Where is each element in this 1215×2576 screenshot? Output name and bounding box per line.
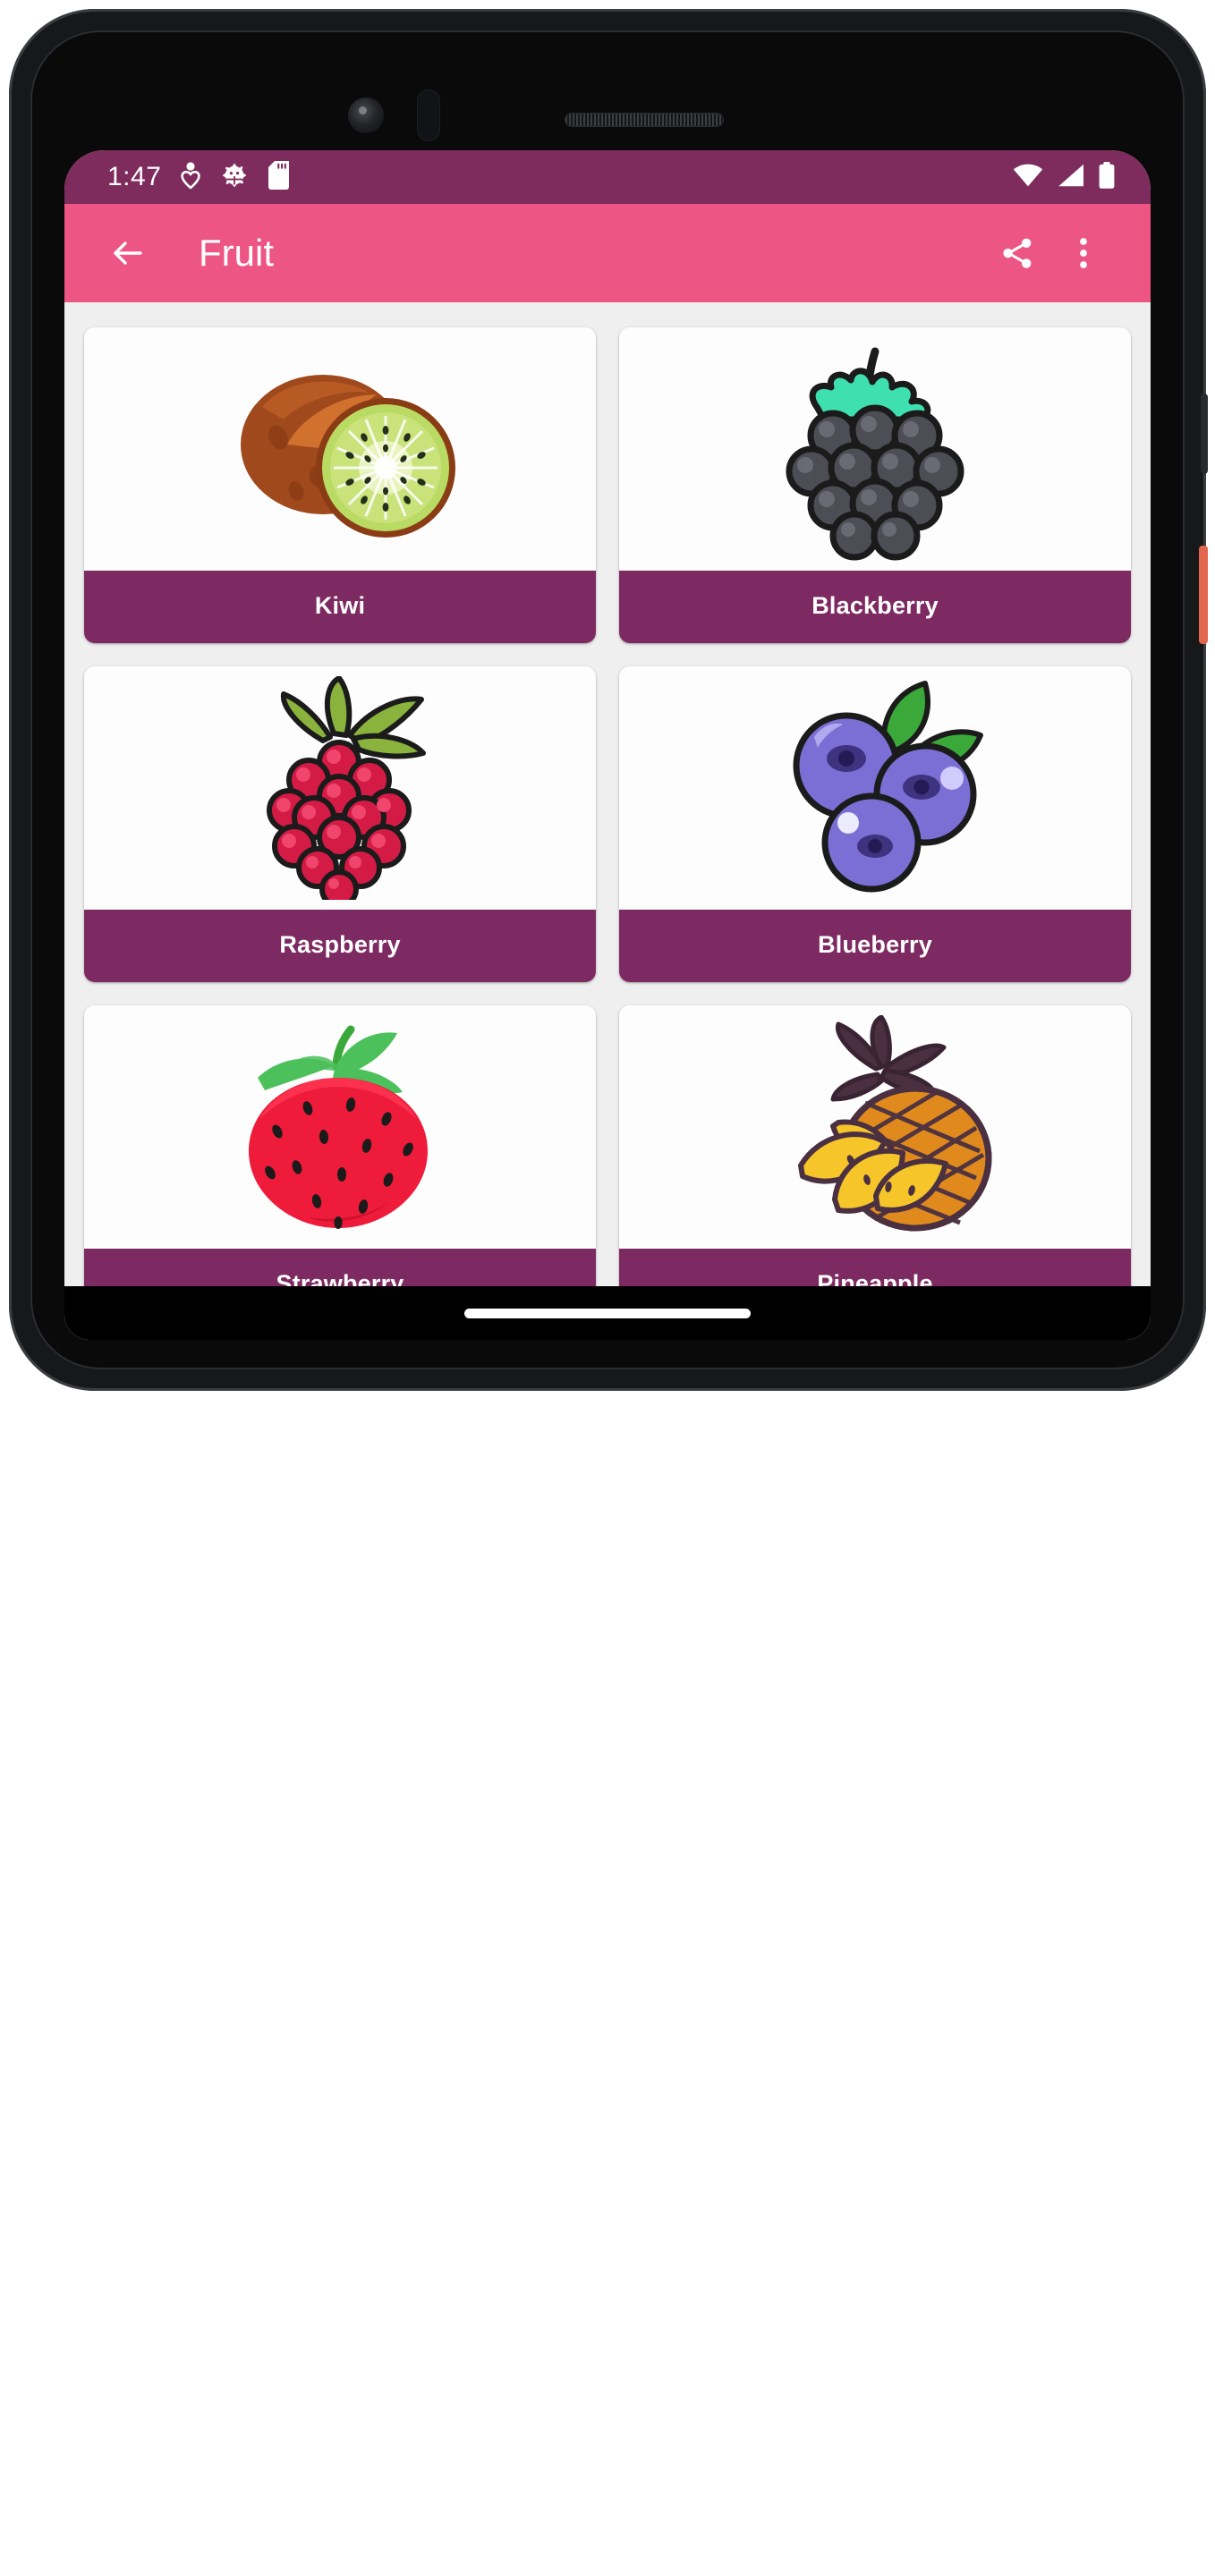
fruit-image bbox=[84, 666, 596, 910]
overflow-menu-button[interactable] bbox=[1050, 220, 1117, 286]
fruit-label: Kiwi bbox=[84, 571, 596, 643]
fruit-card-strawberry[interactable]: Strawberry bbox=[84, 1005, 596, 1321]
fruit-card-kiwi[interactable]: Kiwi bbox=[84, 327, 596, 643]
status-clock: 1:47 bbox=[107, 162, 162, 191]
location-heart-icon bbox=[181, 161, 201, 194]
raspberry-icon bbox=[267, 676, 426, 900]
kiwi-icon bbox=[241, 375, 455, 538]
blackberry-icon bbox=[786, 347, 964, 561]
phone-screen: 1:47 Fruit Kiwi Blackberry Raspberry Blu… bbox=[64, 150, 1151, 1340]
fruit-label: Blackberry bbox=[619, 571, 1131, 643]
blueberry-icon bbox=[793, 681, 983, 893]
pineapple-icon bbox=[798, 1015, 992, 1232]
sd-card-icon bbox=[268, 160, 290, 194]
earpiece-speaker-icon bbox=[565, 114, 723, 126]
fruit-image bbox=[619, 327, 1131, 571]
fruit-image bbox=[619, 1005, 1131, 1249]
share-button[interactable] bbox=[984, 220, 1050, 286]
home-handle[interactable] bbox=[464, 1308, 751, 1318]
proximity-sensor-icon bbox=[417, 89, 440, 141]
volume-button[interactable] bbox=[1201, 394, 1208, 474]
fruit-label: Raspberry bbox=[84, 910, 596, 982]
status-bar-left: 1:47 bbox=[107, 160, 290, 194]
wifi-icon bbox=[1013, 164, 1043, 191]
fruit-card-raspberry[interactable]: Raspberry bbox=[84, 666, 596, 982]
android-debug-bug-icon bbox=[220, 161, 249, 194]
phone-frame: 1:47 Fruit Kiwi Blackberry Raspberry Blu… bbox=[9, 9, 1208, 1391]
power-button[interactable] bbox=[1199, 546, 1208, 644]
strawberry-icon bbox=[249, 1025, 428, 1229]
status-bar-right bbox=[1013, 161, 1115, 193]
page-title: Fruit bbox=[199, 232, 274, 274]
fruit-image bbox=[619, 666, 1131, 910]
fruit-card-blueberry[interactable]: Blueberry bbox=[619, 666, 1131, 982]
app-bar: Fruit bbox=[64, 204, 1151, 302]
fruit-label: Blueberry bbox=[619, 910, 1131, 982]
back-button[interactable] bbox=[95, 220, 161, 286]
fruit-card-pineapple[interactable]: Pineapple bbox=[619, 1005, 1131, 1321]
cellular-signal-icon bbox=[1058, 164, 1084, 191]
status-bar: 1:47 bbox=[64, 150, 1151, 204]
fruit-grid: Kiwi Blackberry Raspberry Blueberry Stra… bbox=[84, 327, 1131, 1340]
battery-full-icon bbox=[1099, 161, 1115, 193]
fruit-card-blackberry[interactable]: Blackberry bbox=[619, 327, 1131, 643]
navigation-bar bbox=[64, 1286, 1151, 1340]
fruit-list-scroll[interactable]: Kiwi Blackberry Raspberry Blueberry Stra… bbox=[64, 302, 1151, 1340]
camera-lens-icon bbox=[348, 97, 384, 133]
fruit-image bbox=[84, 1005, 596, 1249]
fruit-image bbox=[84, 327, 596, 571]
